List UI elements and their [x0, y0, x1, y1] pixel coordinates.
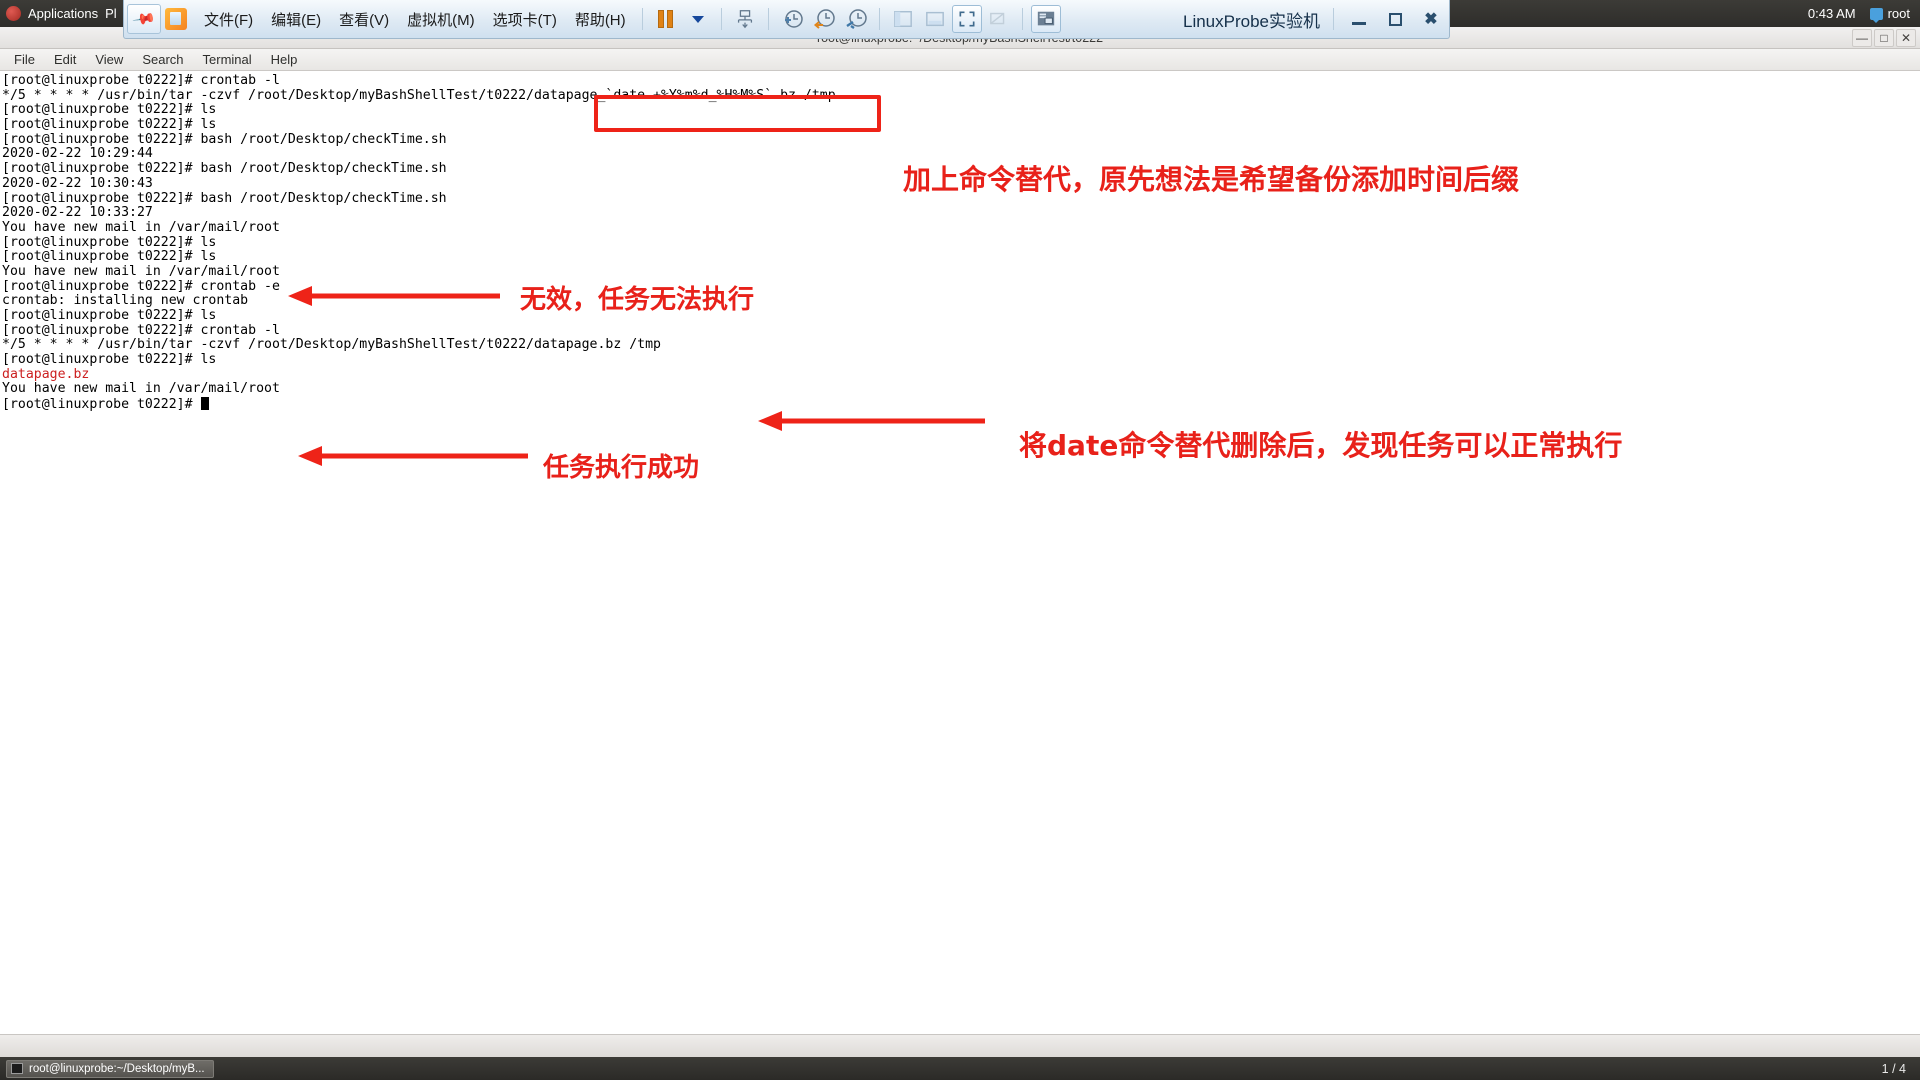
terminal-line: [root@linuxprobe t0222]# bash /root/Desk… — [2, 190, 447, 206]
revert-snapshot-button[interactable] — [809, 5, 839, 33]
pin-tab-button[interactable]: 📌 — [127, 4, 161, 34]
take-snapshot-button[interactable] — [777, 5, 807, 33]
terminal-line: [root@linuxprobe t0222]# ls — [2, 249, 217, 265]
close-icon: ✖ — [1424, 11, 1438, 28]
toolbar-separator — [767, 8, 769, 30]
guest-desktop: root@linuxprobe:~/Desktop/myBashShellTes… — [0, 27, 1920, 1080]
minimize-button[interactable] — [1341, 6, 1377, 32]
pin-icon: 📌 — [131, 7, 157, 32]
terminal-line: [root@linuxprobe t0222]# crontab -e — [2, 278, 280, 294]
menu-file[interactable]: 文件(F) — [195, 7, 262, 32]
terminal-close-button[interactable]: ✕ — [1896, 29, 1916, 47]
show-thumbnail-button[interactable] — [920, 5, 950, 33]
terminal-menu-search[interactable]: Search — [134, 50, 191, 69]
terminal-maximize-button[interactable]: □ — [1874, 29, 1894, 47]
vm-app-icon — [165, 8, 187, 30]
terminal-line: [root@linuxprobe t0222]# ls — [2, 352, 217, 368]
terminal-line: [root@linuxprobe t0222]# crontab -l — [2, 322, 280, 338]
terminal-line: 2020-02-22 10:29:44 — [2, 146, 153, 162]
toolbar-separator — [641, 8, 643, 30]
vmware-toolbar-window: 📌 文件(F) 编辑(E) 查看(V) 虚拟机(M) 选项卡(T) 帮助(H) — [123, 0, 1450, 39]
terminal-line: crontab: installing new crontab — [2, 293, 249, 309]
clock-plus-icon — [784, 10, 803, 28]
toolbar-separator — [878, 8, 880, 30]
terminal-line: datapage.bz — [2, 366, 90, 382]
snapshot-icon — [737, 10, 752, 29]
applications-menu[interactable]: Applications — [28, 6, 98, 21]
terminal-line: */5 * * * * /usr/bin/tar -czvf /root/Des… — [2, 337, 661, 353]
terminal-line: [root@linuxprobe t0222]# bash /root/Desk… — [2, 131, 447, 147]
minimize-icon — [1352, 21, 1366, 25]
menu-vm[interactable]: 虚拟机(M) — [398, 7, 484, 32]
clock-back-icon — [813, 9, 835, 29]
panel-clock[interactable]: 0:43 AM — [1808, 6, 1856, 21]
vmware-workstation-window: Applications Pl 0:43 AM root root@linuxp… — [0, 0, 1920, 1080]
taskbar-window-button[interactable]: root@linuxprobe:~/Desktop/myB... — [6, 1059, 214, 1078]
user-menu-label: root — [1887, 6, 1910, 21]
terminal-line: 2020-02-22 10:33:27 — [2, 205, 153, 221]
terminal-menu-help[interactable]: Help — [263, 50, 306, 69]
terminal-line: [root@linuxprobe t0222]# bash /root/Desk… — [2, 161, 447, 177]
unity-mode-icon — [989, 12, 1004, 25]
snapshot-manager-button[interactable] — [841, 5, 871, 33]
terminal-minimize-button[interactable]: — — [1852, 29, 1872, 47]
terminal-line: [root@linuxprobe t0222]# crontab -l — [2, 73, 280, 88]
terminal-line: You have new mail in /var/mail/root — [2, 263, 280, 279]
gnome-bottom-panel: root@linuxprobe:~/Desktop/myB... 1 / 4 — [0, 1057, 1920, 1080]
terminal-line: You have new mail in /var/mail/root — [2, 219, 280, 235]
user-status-icon — [1869, 7, 1883, 23]
pause-icon — [658, 10, 674, 28]
block-cursor — [200, 397, 209, 411]
terminal-menubar: File Edit View Search Terminal Help — [0, 49, 1920, 71]
terminal-icon — [11, 1063, 23, 1074]
user-menu[interactable]: root — [1869, 6, 1910, 23]
terminal-menu-terminal[interactable]: Terminal — [195, 50, 260, 69]
sidebar-panel-icon — [893, 11, 912, 27]
terminal-line: */5 * * * * /usr/bin/tar -czvf /root/Des… — [2, 87, 836, 103]
gnome-panel-right: 0:43 AM root — [1808, 0, 1920, 27]
restore-button[interactable] — [1377, 6, 1413, 32]
terminal-line: [root@linuxprobe t0222]# ls — [2, 117, 217, 133]
vm-title: LinuxProbe实验机 — [1182, 11, 1320, 31]
terminal-window-controls: — □ ✕ — [1852, 29, 1916, 47]
menu-edit[interactable]: 编辑(E) — [262, 7, 330, 32]
terminal-menu-view[interactable]: View — [87, 50, 131, 69]
power-dropdown-button[interactable] — [683, 5, 713, 33]
toolbar-separator — [1333, 8, 1334, 30]
places-menu[interactable]: Pl — [105, 6, 117, 21]
unity-mode-button[interactable] — [984, 5, 1014, 33]
workspace-indicator[interactable]: 1 / 4 — [1882, 1062, 1906, 1076]
menu-help[interactable]: 帮助(H) — [566, 7, 635, 32]
taskbar-window-label: root@linuxprobe:~/Desktop/myB... — [29, 1062, 205, 1075]
terminal-line: [root@linuxprobe t0222]# ls — [2, 102, 217, 118]
toolbar-separator — [1021, 8, 1023, 30]
pause-button[interactable] — [651, 5, 681, 33]
terminal-menu-edit[interactable]: Edit — [46, 50, 84, 69]
snapshot-button[interactable] — [730, 5, 760, 33]
terminal-line: [root@linuxprobe t0222]# — [2, 397, 1920, 412]
menu-view[interactable]: 查看(V) — [330, 7, 398, 32]
close-button[interactable]: ✖ — [1413, 6, 1449, 32]
terminal-menu-file[interactable]: File — [6, 50, 43, 69]
console-view-button[interactable] — [1030, 5, 1061, 33]
terminal-line: [root@linuxprobe t0222]# ls — [2, 308, 217, 323]
chevron-down-icon — [691, 15, 704, 23]
terminal-line: [root@linuxprobe t0222]# ls — [2, 234, 217, 250]
restore-icon — [1388, 12, 1402, 26]
clock-wrench-icon — [845, 9, 867, 29]
fullscreen-icon — [959, 11, 975, 27]
show-sidebar-button[interactable] — [888, 5, 918, 33]
guest-window-list-strip — [0, 1034, 1920, 1057]
thumbnail-bar-icon — [925, 11, 944, 27]
menu-tabs[interactable]: 选项卡(T) — [484, 7, 566, 32]
toolbar-separator — [720, 8, 722, 30]
terminal-line: You have new mail in /var/mail/root — [2, 381, 280, 397]
redhat-logo-icon — [6, 6, 21, 21]
terminal-output[interactable]: [root@linuxprobe t0222]# crontab -l */5 *… — [0, 71, 1920, 1034]
console-view-icon — [1037, 11, 1054, 26]
fullscreen-button[interactable] — [951, 5, 982, 33]
gnome-panel-left: Applications Pl — [0, 6, 117, 21]
terminal-line: 2020-02-22 10:30:43 — [2, 175, 153, 191]
